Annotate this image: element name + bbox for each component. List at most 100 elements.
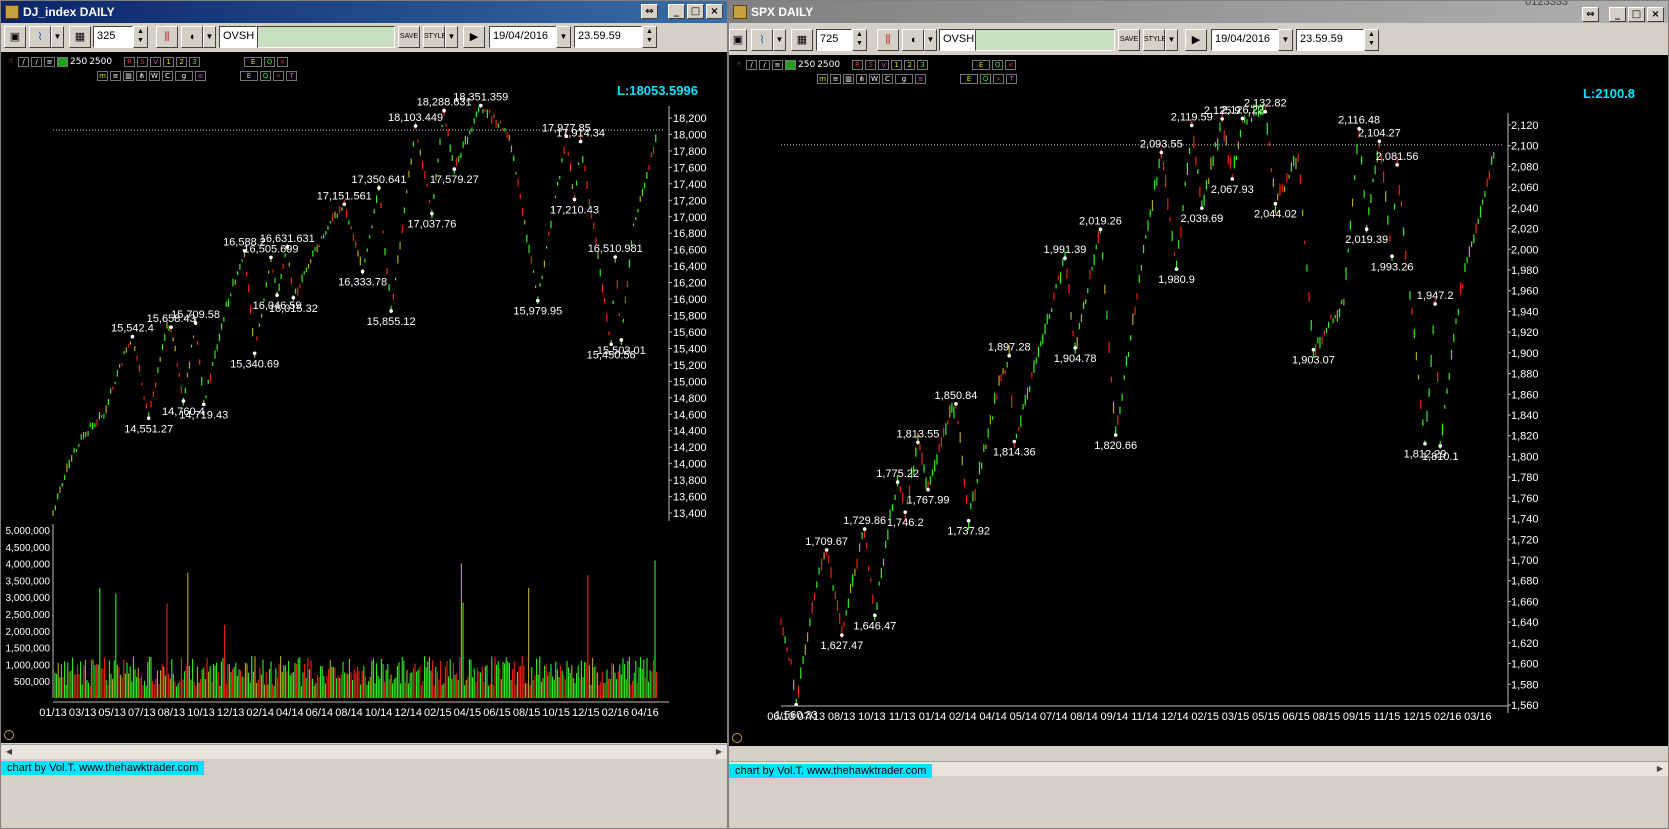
- period-spinner[interactable]: ▲ ▼: [133, 26, 148, 48]
- ev1-icon[interactable]: E: [244, 56, 263, 67]
- mini-count-1[interactable]: 250: [70, 57, 87, 67]
- ticker-description[interactable]: [257, 26, 395, 48]
- cycle-icon[interactable]: C: [882, 73, 893, 84]
- pitchfork-icon[interactable]: ⋔: [136, 70, 147, 81]
- spx-titlebar[interactable]: SPX DAILY 0123333 ⇔ _ □ ×: [729, 1, 1668, 23]
- play-icon[interactable]: ▶: [1185, 29, 1207, 51]
- bar-chart-icon[interactable]: ⫼: [156, 26, 178, 48]
- dj-window[interactable]: DJ_index DAILY ⇔ _ □ × ▣ ⌇ ▼ ▦ 325 ▲ ▼ ⫼ …: [0, 0, 728, 829]
- x2-icon[interactable]: ×: [273, 70, 284, 81]
- mm-icon[interactable]: m: [817, 73, 828, 84]
- period-field[interactable]: 725: [816, 29, 852, 51]
- save-icon[interactable]: ▣: [4, 26, 26, 48]
- chart-dropdown-icon[interactable]: ▼: [51, 26, 64, 48]
- date-dropdown-icon[interactable]: ▼: [556, 26, 571, 48]
- q2-icon[interactable]: Q: [260, 70, 271, 81]
- wave-icon[interactable]: W: [149, 70, 160, 81]
- candle-icon[interactable]: ▥: [843, 73, 854, 84]
- t2-icon[interactable]: 2: [176, 56, 188, 67]
- restore-arrows-icon[interactable]: ⇔: [1582, 7, 1599, 22]
- x-icon[interactable]: ×: [277, 56, 289, 67]
- grid-icon[interactable]: ▦: [791, 29, 813, 51]
- spx-window[interactable]: SPX DAILY 0123333 ⇔ _ □ × ▣ ⌇ ▼ ▦ 725 ▲ ▼…: [728, 0, 1669, 829]
- restore-arrows-icon[interactable]: ⇔: [641, 4, 658, 19]
- draw-line2-icon[interactable]: /: [31, 56, 42, 67]
- draw-line-icon[interactable]: /: [746, 59, 757, 70]
- scroll-left-icon[interactable]: ◀: [3, 746, 15, 757]
- draw-line-icon[interactable]: /: [18, 56, 29, 67]
- time-field[interactable]: 23.59.59: [1296, 29, 1364, 51]
- period-field[interactable]: 325: [93, 26, 133, 48]
- time-spinner[interactable]: ▲ ▼: [642, 26, 657, 48]
- settings-icon[interactable]: [4, 730, 14, 740]
- maximize-button[interactable]: □: [1628, 7, 1645, 22]
- bar-chart-icon[interactable]: ⫼: [877, 29, 899, 51]
- ss-icon[interactable]: S: [865, 59, 877, 70]
- fib-icon[interactable]: ≡: [44, 56, 55, 67]
- save-icon[interactable]: ▣: [729, 29, 747, 51]
- rs-icon[interactable]: R: [852, 59, 864, 70]
- sound-dropdown-icon[interactable]: ▼: [203, 26, 216, 48]
- v-icon[interactable]: V: [150, 56, 162, 67]
- gap-icon[interactable]: g: [895, 73, 913, 84]
- draw-line2-icon[interactable]: /: [759, 59, 770, 70]
- minimize-button[interactable]: _: [1609, 7, 1626, 22]
- list-icon[interactable]: ≡: [830, 73, 841, 84]
- ts-icon[interactable]: T: [286, 70, 297, 81]
- dj-chart[interactable]: 18,200 18,000 17,800 17,600 17,400 17,200 17,0…: [1, 52, 727, 743]
- ticker-description[interactable]: [975, 29, 1115, 51]
- spx-chart[interactable]: 2,120 2,100 2,080 2,060 2,040 2,020 2,000 1,980…: [729, 55, 1668, 746]
- time-spinner[interactable]: ▲ ▼: [1364, 29, 1379, 51]
- close-button[interactable]: ×: [1647, 7, 1664, 22]
- v-icon[interactable]: V: [878, 59, 890, 70]
- date-dropdown-icon[interactable]: ▼: [1278, 29, 1293, 51]
- date-field[interactable]: 19/04/2016: [1211, 29, 1281, 51]
- maximize-button[interactable]: □: [687, 4, 704, 19]
- menu-icon[interactable]: ≡: [915, 73, 926, 84]
- play-icon[interactable]: ▶: [463, 26, 485, 48]
- style-icon[interactable]: STYLE: [1143, 29, 1166, 51]
- rs-icon[interactable]: R: [124, 56, 136, 67]
- save-text-icon[interactable]: SAVE: [1118, 29, 1140, 51]
- mini-count-2[interactable]: 2500: [89, 57, 112, 67]
- scroll-right-icon[interactable]: ▶: [1654, 763, 1666, 774]
- list-icon[interactable]: ≡: [110, 70, 121, 81]
- ev2-icon[interactable]: E: [960, 73, 978, 84]
- green-tool-icon[interactable]: [57, 56, 68, 67]
- x-icon[interactable]: ×: [1005, 59, 1017, 70]
- ts-icon[interactable]: T: [1006, 73, 1017, 84]
- chart-dropdown-icon[interactable]: ▼: [773, 29, 786, 51]
- dj-scrollbar[interactable]: ◀ ▶: [1, 744, 727, 759]
- chart-icon[interactable]: ⌇: [29, 26, 51, 48]
- x2-icon[interactable]: ×: [993, 73, 1004, 84]
- style-dropdown-icon[interactable]: ▼: [1165, 29, 1178, 51]
- t1-icon[interactable]: 1: [163, 56, 175, 67]
- mm-icon[interactable]: m: [97, 70, 108, 81]
- period-spinner[interactable]: ▲ ▼: [852, 29, 867, 51]
- t3-icon[interactable]: 3: [189, 56, 201, 67]
- ev2-icon[interactable]: E: [240, 70, 258, 81]
- candle-icon[interactable]: ▥: [123, 70, 134, 81]
- settings-icon[interactable]: [732, 733, 742, 743]
- sound-icon[interactable]: ◖: [902, 29, 924, 51]
- sound-dropdown-icon[interactable]: ▼: [924, 29, 937, 51]
- date-field[interactable]: 19/04/2016: [489, 26, 559, 48]
- cycle-icon[interactable]: C: [162, 70, 173, 81]
- fib-icon[interactable]: ≡: [772, 59, 783, 70]
- time-field[interactable]: 23.59.59: [574, 26, 642, 48]
- mini-count-2[interactable]: 2500: [817, 60, 840, 70]
- wave-icon[interactable]: W: [869, 73, 880, 84]
- style-dropdown-icon[interactable]: ▼: [445, 26, 458, 48]
- t2-icon[interactable]: 2: [904, 59, 916, 70]
- gap-icon[interactable]: g: [175, 70, 193, 81]
- save-text-icon[interactable]: SAVE: [398, 26, 420, 48]
- q2-icon[interactable]: Q: [980, 73, 991, 84]
- minimize-button[interactable]: _: [668, 4, 685, 19]
- close-button[interactable]: ×: [706, 4, 723, 19]
- ev1-icon[interactable]: E: [972, 59, 991, 70]
- q-icon[interactable]: Q: [992, 59, 1004, 70]
- style-icon[interactable]: STYLE: [423, 26, 446, 48]
- mini-count-1[interactable]: 250: [798, 60, 815, 70]
- hand-icon[interactable]: ☝: [5, 57, 16, 67]
- green-tool-icon[interactable]: [785, 59, 796, 70]
